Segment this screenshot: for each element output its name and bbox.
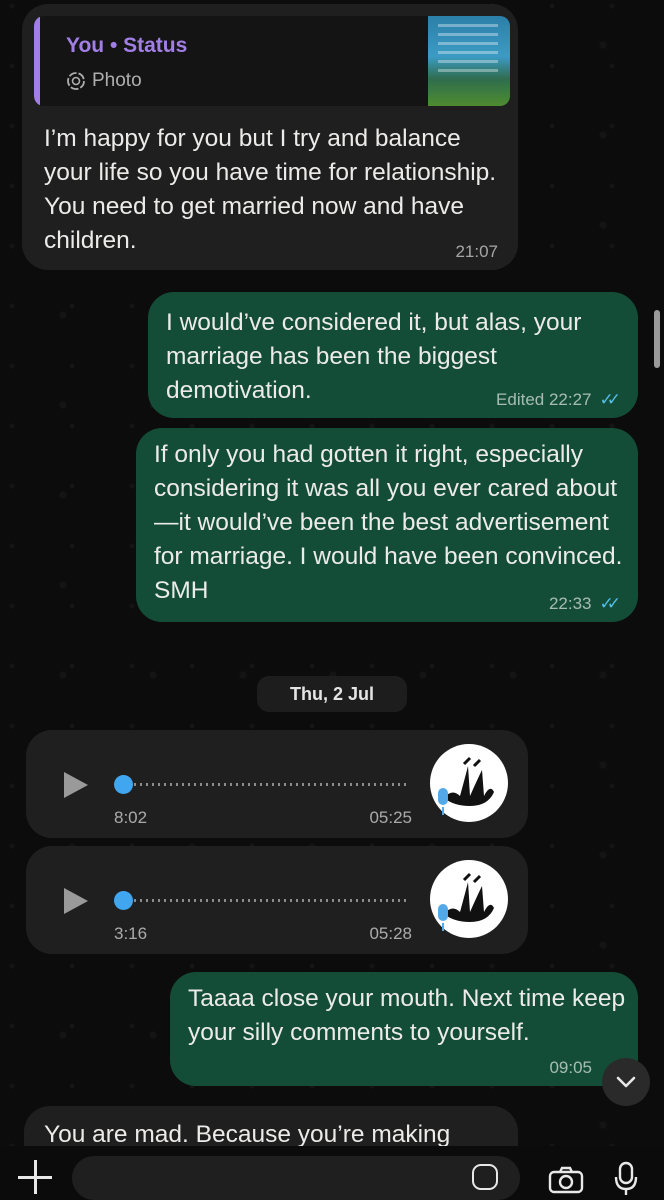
mic-icon [436,904,448,934]
message-text: I’m happy for you but I try and balance … [44,125,497,254]
quote-type-label: Photo [92,70,142,91]
scroll-to-bottom-button[interactable] [602,1058,650,1106]
mic-icon [436,788,448,818]
outgoing-message[interactable]: Taaaa close your mouth. Next time keep y… [170,972,638,1086]
voice-progress-handle[interactable] [114,775,133,794]
quote-accent-bar [34,16,40,106]
voice-progress-handle[interactable] [114,891,133,910]
voice-duration: 8:02 [114,808,148,827]
voice-waveform[interactable] [134,899,410,902]
voice-duration: 3:16 [114,924,148,943]
camera-icon[interactable] [548,1166,584,1194]
message-input[interactable] [72,1156,520,1200]
message-time: 05:28 [369,924,412,943]
voice-message[interactable]: 3:16 05:28 [26,846,528,954]
quote-type: Photo [66,70,142,92]
quoted-status[interactable]: You • Status Photo [34,16,510,106]
incoming-message-quoted[interactable]: You • Status Photo I’m happy for you but… [22,4,518,270]
message-text: If only you had gotten it right, especia… [154,441,623,604]
message-time: 21:07 [455,242,498,261]
microphone-icon[interactable] [614,1161,638,1197]
chevron-down-icon [616,1076,636,1088]
double-check-icon: ✓✓ [599,390,621,409]
sticker-icon[interactable] [472,1164,498,1190]
play-icon[interactable] [64,772,88,798]
date-divider: Thu, 2 Jul [257,676,407,712]
outgoing-message[interactable]: If only you had gotten it right, especia… [136,428,638,622]
double-check-icon: ✓✓ [599,594,621,613]
status-thumbnail [428,16,510,106]
quote-author: You • Status [66,34,188,57]
voice-waveform[interactable] [134,783,410,786]
message-text: Taaaa close your mouth. Next time keep y… [188,985,626,1046]
message-status: Edited 22:27 ✓✓ [496,390,621,410]
outgoing-message[interactable]: I would’ve considered it, but alas, your… [148,292,638,418]
status-ring-icon [67,72,85,90]
message-time: 09:05 [549,1058,592,1077]
message-time: 05:25 [369,808,412,827]
voice-message[interactable]: 8:02 05:25 [26,730,528,838]
plus-icon[interactable] [18,1160,52,1194]
message-time: 22:33 ✓✓ [549,594,621,614]
scrollbar-thumb[interactable] [654,310,660,368]
play-icon[interactable] [64,888,88,914]
